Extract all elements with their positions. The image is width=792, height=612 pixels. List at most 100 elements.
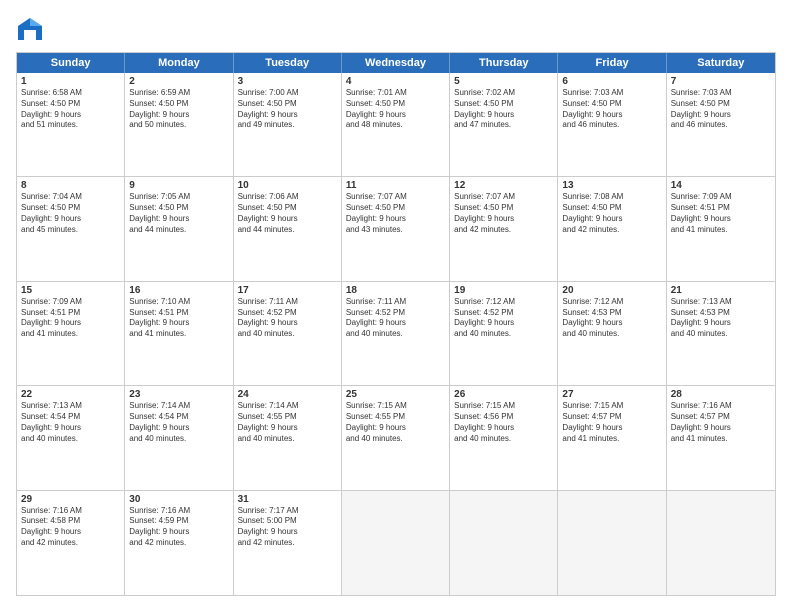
calendar-cell: [558, 491, 666, 595]
calendar-cell: 4Sunrise: 7:01 AM Sunset: 4:50 PM Daylig…: [342, 73, 450, 176]
day-info: Sunrise: 7:12 AM Sunset: 4:53 PM Dayligh…: [562, 297, 661, 340]
weekday-header: Friday: [558, 53, 666, 73]
day-info: Sunrise: 7:07 AM Sunset: 4:50 PM Dayligh…: [346, 192, 445, 235]
calendar-cell: 31Sunrise: 7:17 AM Sunset: 5:00 PM Dayli…: [234, 491, 342, 595]
calendar-cell: 18Sunrise: 7:11 AM Sunset: 4:52 PM Dayli…: [342, 282, 450, 385]
day-number: 25: [346, 389, 445, 400]
calendar-header: SundayMondayTuesdayWednesdayThursdayFrid…: [17, 53, 775, 73]
day-number: 29: [21, 494, 120, 505]
calendar-cell: 26Sunrise: 7:15 AM Sunset: 4:56 PM Dayli…: [450, 386, 558, 489]
calendar-cell: 5Sunrise: 7:02 AM Sunset: 4:50 PM Daylig…: [450, 73, 558, 176]
weekday-header: Monday: [125, 53, 233, 73]
calendar-cell: 20Sunrise: 7:12 AM Sunset: 4:53 PM Dayli…: [558, 282, 666, 385]
day-number: 15: [21, 285, 120, 296]
calendar-cell: 9Sunrise: 7:05 AM Sunset: 4:50 PM Daylig…: [125, 177, 233, 280]
weekday-header: Tuesday: [234, 53, 342, 73]
day-info: Sunrise: 7:03 AM Sunset: 4:50 PM Dayligh…: [671, 88, 771, 131]
day-number: 28: [671, 389, 771, 400]
day-info: Sunrise: 7:14 AM Sunset: 4:54 PM Dayligh…: [129, 401, 228, 444]
day-number: 7: [671, 76, 771, 87]
day-info: Sunrise: 7:10 AM Sunset: 4:51 PM Dayligh…: [129, 297, 228, 340]
weekday-header: Saturday: [667, 53, 775, 73]
day-number: 26: [454, 389, 553, 400]
header: [16, 16, 776, 44]
page: SundayMondayTuesdayWednesdayThursdayFrid…: [0, 0, 792, 612]
day-number: 5: [454, 76, 553, 87]
day-number: 20: [562, 285, 661, 296]
day-info: Sunrise: 7:15 AM Sunset: 4:55 PM Dayligh…: [346, 401, 445, 444]
day-number: 9: [129, 180, 228, 191]
day-info: Sunrise: 7:16 AM Sunset: 4:58 PM Dayligh…: [21, 506, 120, 549]
calendar-cell: 1Sunrise: 6:58 AM Sunset: 4:50 PM Daylig…: [17, 73, 125, 176]
calendar-cell: 25Sunrise: 7:15 AM Sunset: 4:55 PM Dayli…: [342, 386, 450, 489]
weekday-header: Sunday: [17, 53, 125, 73]
day-number: 8: [21, 180, 120, 191]
calendar-cell: 10Sunrise: 7:06 AM Sunset: 4:50 PM Dayli…: [234, 177, 342, 280]
day-number: 11: [346, 180, 445, 191]
day-info: Sunrise: 7:02 AM Sunset: 4:50 PM Dayligh…: [454, 88, 553, 131]
calendar: SundayMondayTuesdayWednesdayThursdayFrid…: [16, 52, 776, 596]
day-number: 23: [129, 389, 228, 400]
calendar-cell: 6Sunrise: 7:03 AM Sunset: 4:50 PM Daylig…: [558, 73, 666, 176]
day-info: Sunrise: 7:07 AM Sunset: 4:50 PM Dayligh…: [454, 192, 553, 235]
day-info: Sunrise: 7:16 AM Sunset: 4:57 PM Dayligh…: [671, 401, 771, 444]
calendar-cell: 19Sunrise: 7:12 AM Sunset: 4:52 PM Dayli…: [450, 282, 558, 385]
day-number: 16: [129, 285, 228, 296]
calendar-cell: 22Sunrise: 7:13 AM Sunset: 4:54 PM Dayli…: [17, 386, 125, 489]
calendar-cell: 16Sunrise: 7:10 AM Sunset: 4:51 PM Dayli…: [125, 282, 233, 385]
day-info: Sunrise: 7:04 AM Sunset: 4:50 PM Dayligh…: [21, 192, 120, 235]
day-number: 17: [238, 285, 337, 296]
day-number: 13: [562, 180, 661, 191]
calendar-cell: 13Sunrise: 7:08 AM Sunset: 4:50 PM Dayli…: [558, 177, 666, 280]
day-number: 1: [21, 76, 120, 87]
day-number: 24: [238, 389, 337, 400]
calendar-row: 1Sunrise: 6:58 AM Sunset: 4:50 PM Daylig…: [17, 73, 775, 177]
day-number: 10: [238, 180, 337, 191]
calendar-cell: 14Sunrise: 7:09 AM Sunset: 4:51 PM Dayli…: [667, 177, 775, 280]
calendar-cell: 30Sunrise: 7:16 AM Sunset: 4:59 PM Dayli…: [125, 491, 233, 595]
calendar-cell: 3Sunrise: 7:00 AM Sunset: 4:50 PM Daylig…: [234, 73, 342, 176]
day-info: Sunrise: 7:06 AM Sunset: 4:50 PM Dayligh…: [238, 192, 337, 235]
day-number: 30: [129, 494, 228, 505]
day-info: Sunrise: 7:15 AM Sunset: 4:56 PM Dayligh…: [454, 401, 553, 444]
day-info: Sunrise: 7:12 AM Sunset: 4:52 PM Dayligh…: [454, 297, 553, 340]
calendar-cell: 23Sunrise: 7:14 AM Sunset: 4:54 PM Dayli…: [125, 386, 233, 489]
calendar-row: 29Sunrise: 7:16 AM Sunset: 4:58 PM Dayli…: [17, 491, 775, 595]
calendar-body: 1Sunrise: 6:58 AM Sunset: 4:50 PM Daylig…: [17, 73, 775, 595]
weekday-header: Thursday: [450, 53, 558, 73]
day-number: 27: [562, 389, 661, 400]
day-info: Sunrise: 7:00 AM Sunset: 4:50 PM Dayligh…: [238, 88, 337, 131]
calendar-cell: [450, 491, 558, 595]
day-info: Sunrise: 7:09 AM Sunset: 4:51 PM Dayligh…: [671, 192, 771, 235]
calendar-cell: 29Sunrise: 7:16 AM Sunset: 4:58 PM Dayli…: [17, 491, 125, 595]
day-info: Sunrise: 6:58 AM Sunset: 4:50 PM Dayligh…: [21, 88, 120, 131]
day-info: Sunrise: 7:17 AM Sunset: 5:00 PM Dayligh…: [238, 506, 337, 549]
day-info: Sunrise: 7:05 AM Sunset: 4:50 PM Dayligh…: [129, 192, 228, 235]
calendar-cell: 12Sunrise: 7:07 AM Sunset: 4:50 PM Dayli…: [450, 177, 558, 280]
calendar-cell: 21Sunrise: 7:13 AM Sunset: 4:53 PM Dayli…: [667, 282, 775, 385]
weekday-header: Wednesday: [342, 53, 450, 73]
calendar-cell: [342, 491, 450, 595]
calendar-row: 15Sunrise: 7:09 AM Sunset: 4:51 PM Dayli…: [17, 282, 775, 386]
calendar-row: 8Sunrise: 7:04 AM Sunset: 4:50 PM Daylig…: [17, 177, 775, 281]
day-info: Sunrise: 7:08 AM Sunset: 4:50 PM Dayligh…: [562, 192, 661, 235]
calendar-cell: 28Sunrise: 7:16 AM Sunset: 4:57 PM Dayli…: [667, 386, 775, 489]
day-info: Sunrise: 7:11 AM Sunset: 4:52 PM Dayligh…: [346, 297, 445, 340]
calendar-cell: 27Sunrise: 7:15 AM Sunset: 4:57 PM Dayli…: [558, 386, 666, 489]
calendar-cell: 8Sunrise: 7:04 AM Sunset: 4:50 PM Daylig…: [17, 177, 125, 280]
logo: [16, 16, 48, 44]
day-number: 21: [671, 285, 771, 296]
day-info: Sunrise: 7:01 AM Sunset: 4:50 PM Dayligh…: [346, 88, 445, 131]
day-info: Sunrise: 7:16 AM Sunset: 4:59 PM Dayligh…: [129, 506, 228, 549]
calendar-cell: 17Sunrise: 7:11 AM Sunset: 4:52 PM Dayli…: [234, 282, 342, 385]
calendar-cell: [667, 491, 775, 595]
day-number: 12: [454, 180, 553, 191]
day-info: Sunrise: 7:03 AM Sunset: 4:50 PM Dayligh…: [562, 88, 661, 131]
calendar-cell: 11Sunrise: 7:07 AM Sunset: 4:50 PM Dayli…: [342, 177, 450, 280]
calendar-cell: 15Sunrise: 7:09 AM Sunset: 4:51 PM Dayli…: [17, 282, 125, 385]
calendar-cell: 2Sunrise: 6:59 AM Sunset: 4:50 PM Daylig…: [125, 73, 233, 176]
day-number: 6: [562, 76, 661, 87]
day-number: 2: [129, 76, 228, 87]
day-number: 4: [346, 76, 445, 87]
day-info: Sunrise: 7:13 AM Sunset: 4:54 PM Dayligh…: [21, 401, 120, 444]
